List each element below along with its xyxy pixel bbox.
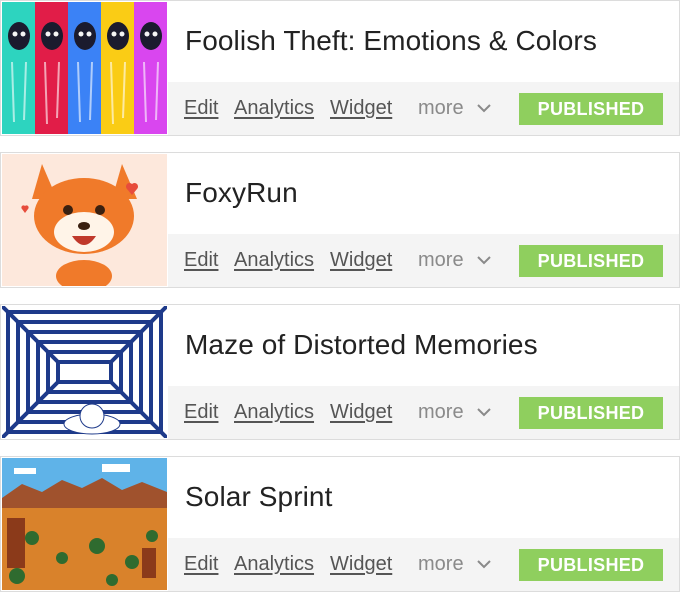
status-badge: PUBLISHED [519, 397, 663, 429]
analytics-link[interactable]: Analytics [234, 401, 314, 424]
game-card: Solar Sprint Edit Analytics Widget more … [0, 456, 680, 592]
edit-link[interactable]: Edit [184, 97, 218, 120]
game-card: Maze of Distorted Memories Edit Analytic… [0, 304, 680, 440]
game-title[interactable]: Foolish Theft: Emotions & Colors [185, 25, 597, 57]
desert-landscape-thumbnail[interactable] [2, 458, 167, 590]
game-card: FoxyRun Edit Analytics Widget more PUBLI… [0, 152, 680, 288]
status-badge: PUBLISHED [519, 93, 663, 125]
chevron-down-icon[interactable] [476, 559, 492, 569]
edit-link[interactable]: Edit [184, 401, 218, 424]
more-dropdown[interactable]: more [418, 249, 464, 272]
game-toolbar: Edit Analytics Widget more PUBLISHED [168, 82, 679, 135]
widget-link[interactable]: Widget [330, 249, 392, 272]
game-card: Foolish Theft: Emotions & Colors Edit An… [0, 0, 680, 136]
widget-link[interactable]: Widget [330, 401, 392, 424]
game-toolbar: Edit Analytics Widget more PUBLISHED [168, 234, 679, 287]
game-title[interactable]: Maze of Distorted Memories [185, 329, 538, 361]
chevron-down-icon[interactable] [476, 407, 492, 417]
widget-link[interactable]: Widget [330, 553, 392, 576]
game-title[interactable]: Solar Sprint [185, 481, 333, 513]
status-badge: PUBLISHED [519, 549, 663, 581]
analytics-link[interactable]: Analytics [234, 553, 314, 576]
status-badge: PUBLISHED [519, 245, 663, 277]
maze-thumbnail[interactable] [2, 306, 167, 438]
edit-link[interactable]: Edit [184, 553, 218, 576]
game-toolbar: Edit Analytics Widget more PUBLISHED [168, 538, 679, 591]
hooded-figures-thumbnail[interactable] [2, 2, 167, 134]
fox-thumbnail[interactable] [2, 154, 167, 286]
chevron-down-icon[interactable] [476, 103, 492, 113]
analytics-link[interactable]: Analytics [234, 249, 314, 272]
more-dropdown[interactable]: more [418, 97, 464, 120]
chevron-down-icon[interactable] [476, 255, 492, 265]
more-dropdown[interactable]: more [418, 401, 464, 424]
more-dropdown[interactable]: more [418, 553, 464, 576]
edit-link[interactable]: Edit [184, 249, 218, 272]
game-title[interactable]: FoxyRun [185, 177, 298, 209]
analytics-link[interactable]: Analytics [234, 97, 314, 120]
game-toolbar: Edit Analytics Widget more PUBLISHED [168, 386, 679, 439]
widget-link[interactable]: Widget [330, 97, 392, 120]
